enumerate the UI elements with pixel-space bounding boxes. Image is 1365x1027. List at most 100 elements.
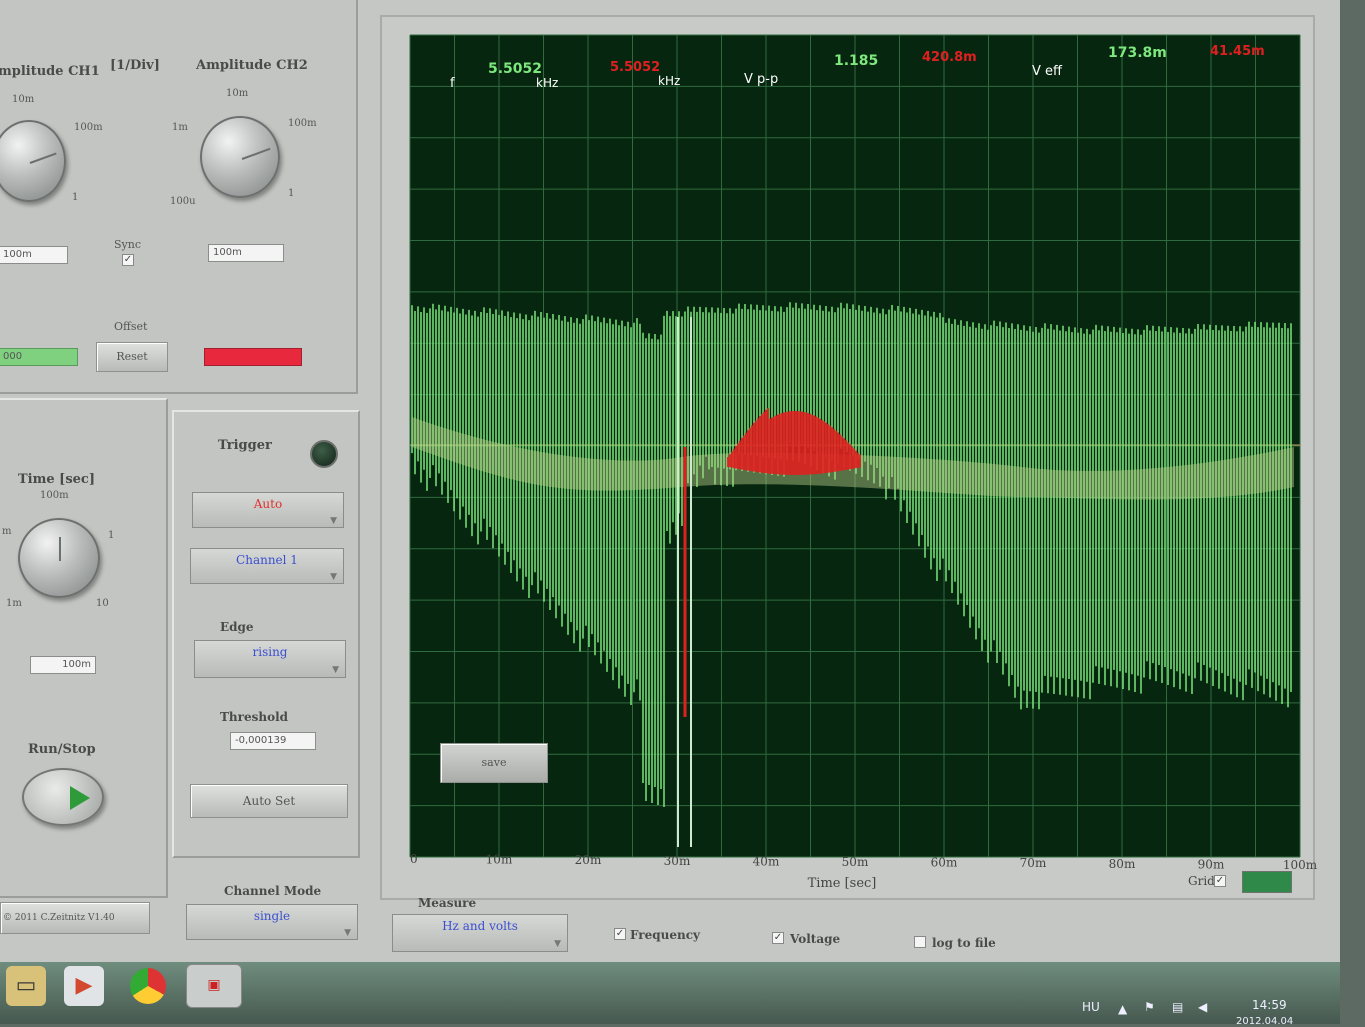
x-tick-label: 90m: [1198, 857, 1225, 871]
frequency-checkbox[interactable]: ✓: [614, 928, 626, 940]
time-knob-label-10: 10: [96, 598, 109, 609]
x-tick-label: 10m: [486, 853, 513, 867]
scope-app-icon[interactable]: ▣: [186, 964, 242, 1008]
grid-color-swatch[interactable]: [1242, 871, 1292, 893]
ch1-amplitude-input[interactable]: 100m: [0, 246, 68, 264]
save-button[interactable]: save: [440, 743, 548, 783]
ch2-veff-value: 41.45m: [1210, 44, 1265, 59]
time-knob-label-1m: 1m: [6, 598, 22, 609]
ch1-frequency-unit: kHz: [536, 76, 558, 90]
run-stop-button[interactable]: [22, 768, 104, 826]
trigger-title: Trigger: [218, 438, 272, 453]
copyright-label: © 2011 C.Zeitnitz V1.40: [0, 902, 150, 934]
ch1-knob-label-10m: 10m: [12, 94, 35, 105]
x-tick-label: 30m: [664, 854, 691, 868]
x-axis-label: Time [sec]: [808, 876, 877, 891]
grid-checkbox[interactable]: ✓: [1214, 875, 1226, 887]
chevron-down-icon: ▼: [344, 928, 351, 938]
x-tick-label: 50m: [842, 855, 869, 869]
windows-taskbar: ▭ ▶ ▣ HU ▲ ⚑ ▤ ◀ 14:59 2012.04.04: [0, 962, 1340, 1027]
ch2-knob-label-100u: 100u: [170, 196, 196, 207]
ch2-amplitude-knob[interactable]: [200, 116, 280, 198]
x-tick-label: 20m: [575, 853, 602, 867]
ch2-amplitude-input[interactable]: 100m: [208, 244, 284, 262]
trigger-mode-dropdown[interactable]: Auto ▼: [192, 492, 344, 528]
ch1-knob-label-100m: 100m: [74, 122, 103, 133]
x-tick-label: 70m: [1020, 856, 1047, 870]
measure-label: Measure: [418, 896, 477, 910]
log-to-file-checkbox[interactable]: [914, 936, 926, 948]
time-panel: Time [sec] 100m m 1 1m 10 100m Run/Stop: [0, 398, 168, 898]
trigger-led-icon: [310, 440, 338, 468]
ch1-knob-label-1: 1: [72, 192, 79, 203]
veff-label: V eff: [1032, 64, 1063, 79]
network-icon[interactable]: ▤: [1172, 1000, 1183, 1014]
trigger-source-dropdown[interactable]: Channel 1 ▼: [190, 548, 344, 584]
ch1-amplitude-title: mplitude CH1: [0, 64, 100, 79]
threshold-label: Threshold: [220, 710, 289, 724]
ch1-amplitude-knob[interactable]: [0, 120, 66, 202]
trigger-panel: Trigger Auto ▼ Channel 1 ▼ Edge rising ▼ Th…: [172, 410, 360, 858]
channel-mode-dropdown[interactable]: single ▼: [186, 904, 358, 940]
play-icon: [70, 786, 90, 810]
run-stop-label: Run/Stop: [28, 742, 96, 757]
grid-label: Grid: [1188, 874, 1215, 888]
time-input[interactable]: 100m: [30, 656, 96, 674]
voltage-checkbox-label: Voltage: [790, 932, 841, 946]
chevron-down-icon: ▼: [330, 572, 337, 582]
x-tick-label: 100m: [1283, 858, 1317, 872]
chevron-down-icon: ▼: [332, 665, 339, 675]
voltage-checkbox[interactable]: ✓: [772, 932, 784, 944]
x-tick-label: 80m: [1109, 857, 1136, 871]
offset-label: Offset: [114, 320, 148, 333]
ch2-knob-label-1: 1: [288, 188, 295, 199]
ch2-frequency-value: 5.5052: [610, 60, 660, 75]
edge-label: Edge: [220, 620, 254, 634]
edge-dropdown[interactable]: rising ▼: [194, 640, 346, 678]
ch2-knob-label-10m: 10m: [226, 88, 249, 99]
offset-reset-button[interactable]: Reset: [96, 342, 168, 372]
ch1-offset-slider[interactable]: 000: [0, 348, 78, 366]
x-tick-label: 40m: [753, 854, 780, 868]
sync-checkbox[interactable]: ✓: [122, 254, 134, 266]
ch2-frequency-unit: kHz: [658, 74, 680, 88]
plot-frame: 0 10m 20m 30m 40m 50m 60m 70m 80m 90m 100m f 5.505…: [380, 15, 1317, 900]
chrome-icon[interactable]: [130, 968, 166, 1004]
frequency-checkbox-label: Frequency: [630, 928, 701, 942]
log-to-file-label: log to file: [932, 936, 996, 950]
amplitude-panel: mplitude CH1 [1/Div] Amplitude CH2 10m 1…: [0, 0, 358, 394]
time-knob-label-1: 1: [108, 530, 115, 541]
ch2-vpp-value: 420.8m: [922, 50, 977, 65]
measure-mode-dropdown[interactable]: Hz and volts ▼: [392, 914, 568, 952]
x-tick-label: 0: [410, 852, 418, 866]
action-center-flag-icon[interactable]: ⚑: [1144, 1000, 1155, 1014]
scope-app-window: mplitude CH1 [1/Div] Amplitude CH2 10m 1…: [0, 0, 1340, 965]
chevron-down-icon: ▼: [554, 939, 561, 949]
ch2-knob-label-100m: 100m: [288, 118, 317, 129]
vpp-label: V p-p: [744, 72, 778, 87]
clock-time[interactable]: 14:59: [1252, 998, 1287, 1012]
language-indicator[interactable]: HU: [1082, 1000, 1100, 1014]
time-knob-label-100m: 100m: [40, 490, 69, 501]
ch1-frequency-value: 5.5052: [488, 61, 542, 77]
ch2-amplitude-title: Amplitude CH2: [196, 58, 308, 73]
auto-set-button[interactable]: Auto Set: [190, 784, 348, 818]
folder-icon[interactable]: ▭: [6, 966, 46, 1006]
ch2-offset-slider[interactable]: [204, 348, 302, 366]
media-player-icon[interactable]: ▶: [64, 966, 104, 1006]
ch1-vpp-value: 1.185: [834, 53, 878, 69]
ch1-veff-value: 173.8m: [1108, 45, 1167, 61]
tray-expand-icon[interactable]: ▲: [1118, 1002, 1127, 1016]
volume-icon[interactable]: ◀: [1198, 1000, 1207, 1014]
sync-label: Sync: [114, 238, 141, 251]
chevron-down-icon: ▼: [330, 516, 337, 526]
time-knob[interactable]: [18, 518, 100, 598]
threshold-input[interactable]: -0,000139: [230, 732, 316, 750]
time-title: Time [sec]: [18, 472, 95, 487]
channel-mode-label: Channel Mode: [224, 884, 322, 898]
frequency-label: f: [450, 76, 455, 91]
div-unit-label: [1/Div]: [110, 58, 160, 73]
ch2-knob-label-1m: 1m: [172, 122, 188, 133]
clock-date[interactable]: 2012.04.04: [1236, 1016, 1293, 1027]
time-knob-label-m: m: [2, 526, 12, 537]
